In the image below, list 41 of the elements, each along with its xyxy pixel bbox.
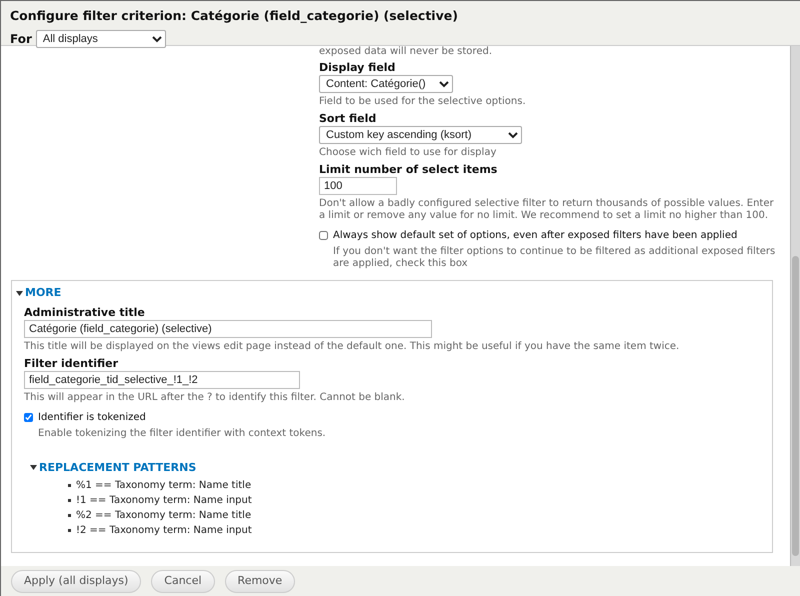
help-text: If you don't want the filter options to continue to be filtered as additional exposed filters are applied, check this box: [332, 246, 776, 270]
bullet-icon: [68, 529, 71, 532]
pattern-item: %2 == Taxonomy term: Name title: [76, 509, 252, 523]
pattern-item: !1 == Taxonomy term: Name input: [76, 494, 252, 508]
help-text: This will appear in the URL after the ? to identify this filter. Cannot be blank.: [24, 392, 406, 404]
bullet-icon: [68, 514, 71, 517]
select-field[interactable]: Custom key ascending (ksort): [319, 126, 522, 144]
help-text: This title will be displayed on the views edit page instead of the default one. This might be useful if you have the same item twice.: [24, 340, 680, 352]
pattern-item: !2 == Taxonomy term: Name input: [76, 524, 252, 538]
more-link[interactable]: MORE: [16, 285, 764, 302]
select-field[interactable]: Content: Catégorie(): [319, 75, 453, 93]
caret-icon: [30, 465, 37, 470]
help-text: Field to be used for the selective options.: [319, 96, 527, 108]
replacement-patterns-link[interactable]: REPLACEMENT PATTERNS: [30, 460, 764, 476]
help-text: exposed data will never be stored.: [319, 46, 493, 57]
checkbox-label: Always show default set of options, even after exposed filters have been applied: [333, 229, 738, 243]
scrollbar[interactable]: [790, 46, 800, 566]
field-label: Administrative title: [24, 306, 146, 320]
text-field[interactable]: Catégorie (field_categorie) (selective): [24, 320, 432, 338]
for-label: For: [10, 30, 32, 48]
action-button[interactable]: Cancel: [151, 570, 215, 593]
field-label: Display field: [319, 61, 396, 75]
bullet-icon: [68, 499, 71, 502]
field-label: Sort field: [319, 112, 378, 126]
help-text: Don't allow a badly configured selective filter to return thousands of possible values. Enter a limit or remove any value for no limit. We recommend to set a limit no higher than 100.: [319, 198, 775, 222]
checkbox[interactable]: [24, 412, 33, 422]
help-text: Choose wich field to use for display: [319, 147, 498, 159]
field-label: Limit number of select items: [319, 163, 498, 177]
pattern-item: %1 == Taxonomy term: Name title: [76, 479, 252, 493]
text-field[interactable]: 100: [319, 177, 397, 195]
field-label: Filter identifier: [24, 356, 120, 370]
text-field[interactable]: field_categorie_tid_selective_!1_!2: [24, 370, 300, 388]
help-text: Enable tokenizing the filter identifier with context tokens.: [37, 428, 327, 440]
action-button[interactable]: Apply (all displays): [11, 570, 142, 593]
checkbox[interactable]: [319, 231, 328, 240]
caret-icon: [16, 290, 23, 296]
display-select[interactable]: All displays: [36, 30, 166, 48]
checkbox-label: Identifier is tokenized: [38, 410, 146, 424]
action-button[interactable]: Remove: [224, 570, 296, 593]
dialog-title: Configure filter criterion: Catégorie (field_categorie) (selective): [10, 7, 459, 25]
bullet-icon: [68, 484, 71, 487]
